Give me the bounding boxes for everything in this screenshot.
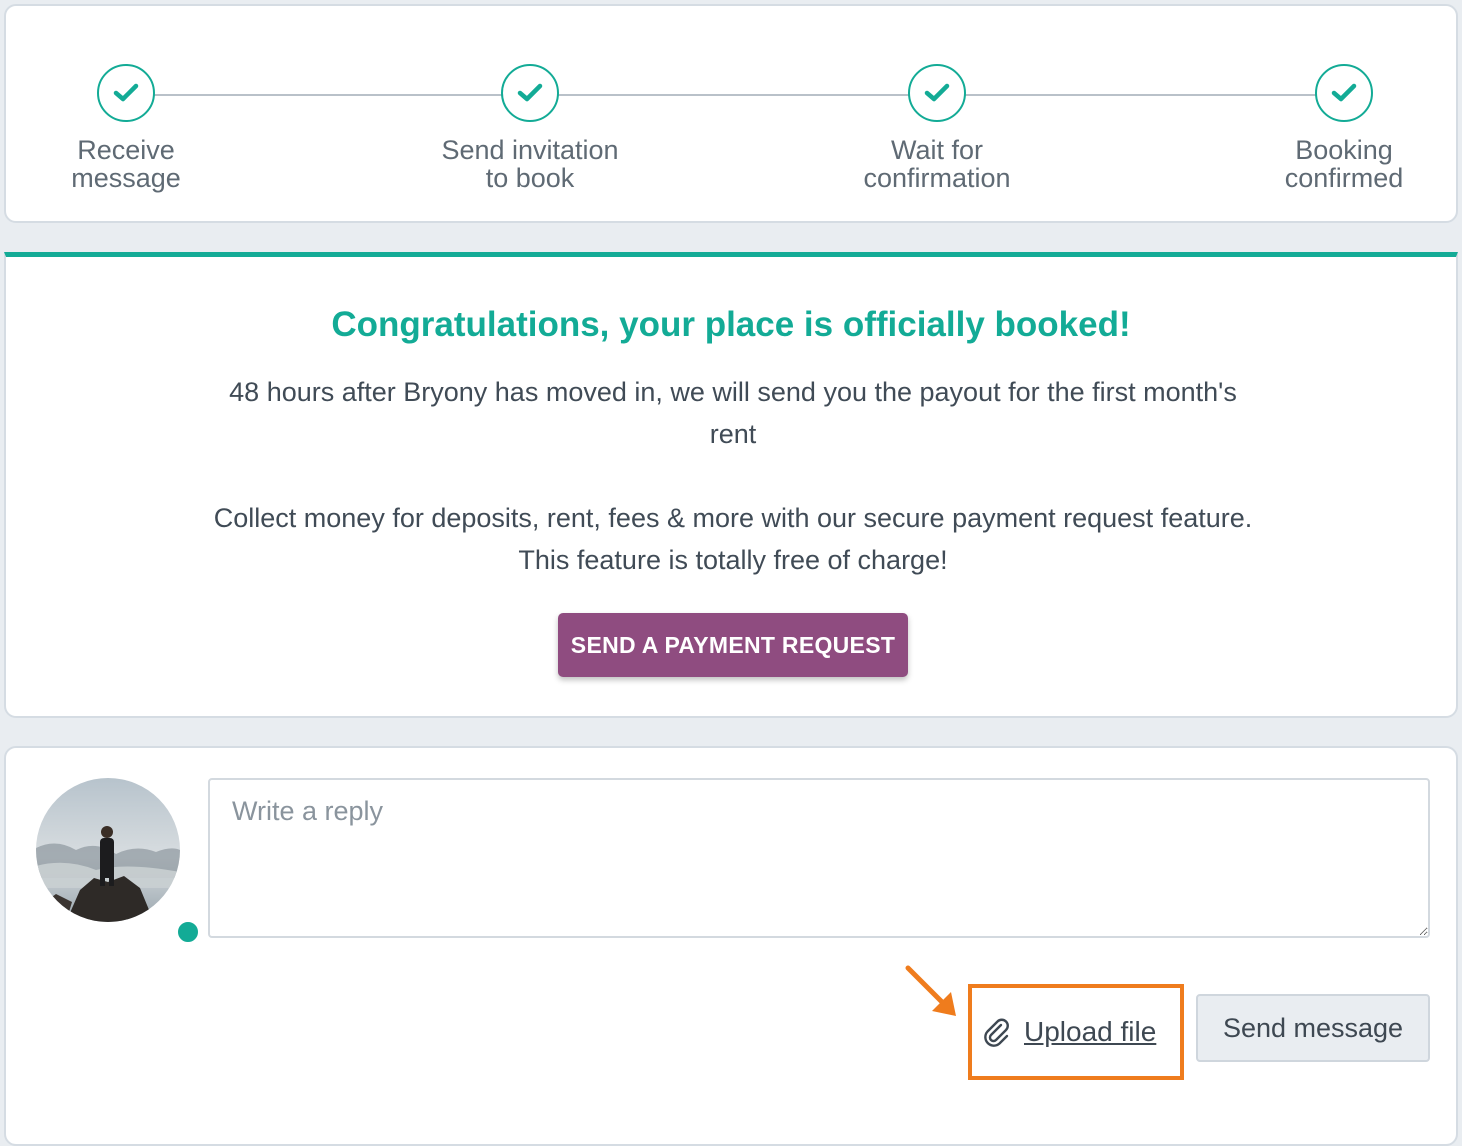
avatar-image	[36, 778, 180, 922]
reply-panel: Upload file Send message	[4, 746, 1458, 1146]
step-label-line: confirmed	[1284, 163, 1404, 193]
step-wait-for-confirmation: Wait for confirmation	[817, 64, 1057, 192]
payment-request-info-line: This feature is totally free of charge!	[518, 545, 948, 575]
step-label-line: message	[71, 163, 181, 193]
paperclip-icon	[984, 1018, 1009, 1047]
check-icon	[908, 64, 966, 122]
reply-textarea[interactable]	[208, 778, 1430, 938]
online-status-indicator	[174, 918, 202, 946]
arrow-pointer-icon	[905, 965, 956, 1016]
step-label-line: Send invitation	[441, 135, 619, 165]
step-label: Wait for confirmation	[817, 136, 1057, 192]
step-booking-confirmed: Booking confirmed	[1224, 64, 1462, 192]
check-icon	[97, 64, 155, 122]
step-label-line: Wait for	[890, 135, 983, 165]
step-receive-message: Receive message	[6, 64, 246, 192]
progress-track	[126, 94, 1348, 96]
upload-file-label: Upload file	[1024, 1016, 1157, 1047]
step-label: Send invitation to book	[410, 136, 650, 192]
step-label: Receive message	[6, 136, 246, 192]
step-label-line: Booking	[1295, 135, 1393, 165]
step-label-line: confirmation	[863, 163, 1011, 193]
check-icon	[1315, 64, 1373, 122]
booking-confirmed-panel: Congratulations, your place is officiall…	[4, 252, 1458, 718]
send-payment-request-button[interactable]: SEND A PAYMENT REQUEST	[558, 613, 908, 677]
congrats-title: Congratulations, your place is officiall…	[331, 305, 1131, 344]
booking-progress-card: Receive message Send invitation to book …	[4, 4, 1458, 223]
step-label-line: to book	[485, 163, 575, 193]
step-label: Booking confirmed	[1224, 136, 1462, 192]
payment-request-info-line: Collect money for deposits, rent, fees &…	[213, 503, 1253, 533]
avatar	[36, 778, 202, 946]
check-icon	[501, 64, 559, 122]
upload-file-link[interactable]: Upload file	[982, 1010, 1156, 1054]
step-label-line: Receive	[77, 135, 175, 165]
step-send-invitation: Send invitation to book	[410, 64, 650, 192]
send-message-button[interactable]: Send message	[1196, 994, 1430, 1062]
payout-info-text: 48 hours after Bryony has moved in, we w…	[229, 377, 1237, 449]
payment-request-info: Collect money for deposits, rent, fees &…	[206, 497, 1260, 581]
